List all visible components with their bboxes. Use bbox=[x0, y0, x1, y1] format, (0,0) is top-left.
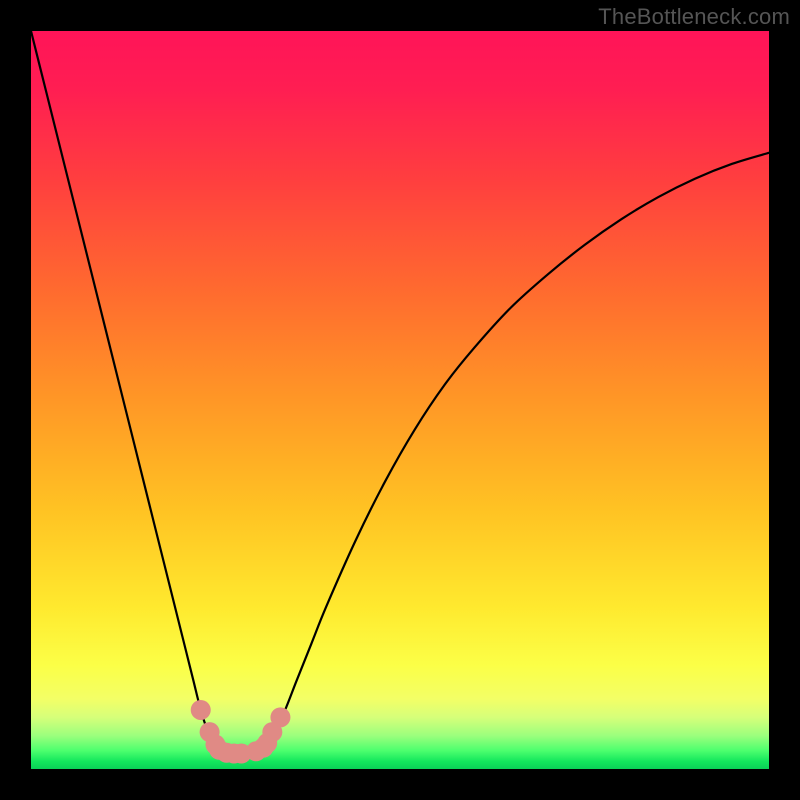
watermark-text: TheBottleneck.com bbox=[598, 4, 790, 30]
gradient-background bbox=[31, 31, 769, 769]
chart-frame: TheBottleneck.com bbox=[0, 0, 800, 800]
bottleneck-chart bbox=[31, 31, 769, 769]
highlight-dot bbox=[270, 707, 290, 727]
plot-area bbox=[31, 31, 769, 769]
highlight-dot bbox=[191, 700, 211, 720]
